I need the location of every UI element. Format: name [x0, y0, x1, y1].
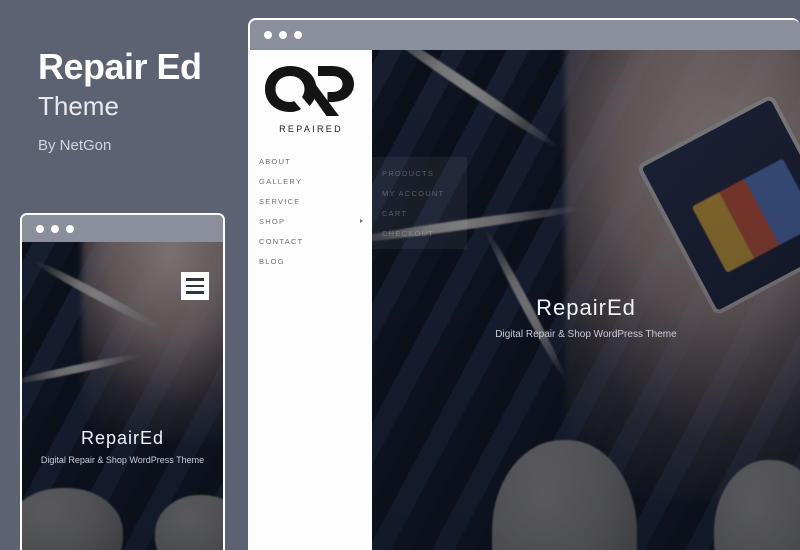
nav-item-label: ABOUT [259, 156, 292, 166]
nav-item-contact[interactable]: CONTACT [259, 231, 372, 251]
qr-monogram-logo-icon [265, 66, 354, 116]
nav-item-label: BLOG [259, 256, 285, 266]
window-dot-minimize-icon[interactable] [279, 31, 287, 39]
hamburger-bar [186, 278, 204, 281]
submenu-item-my-account[interactable]: MY ACCOUNT [382, 183, 467, 203]
logo-wordmark: REPAIRED [279, 124, 343, 134]
nav-item-blog[interactable]: BLOG [259, 251, 372, 271]
site-logo[interactable]: REPAIRED [250, 64, 372, 134]
submenu-item-checkout[interactable]: CHECKOUT [382, 223, 467, 243]
hero-title: RepairEd [80, 428, 165, 448]
promo-author: By NetGon [38, 136, 112, 154]
window-dot-maximize-icon[interactable] [294, 31, 302, 39]
submenu-item-cart[interactable]: CART [382, 203, 467, 223]
nav-item-shop[interactable]: SHOP [259, 211, 372, 231]
hero-title: RepairEd [536, 295, 636, 320]
promo-block: Repair Ed Theme By NetGon [38, 46, 248, 154]
mobile-window-body: RepairEd Digital Repair & Shop WordPress… [22, 242, 223, 550]
hamburger-bar [186, 291, 204, 294]
nav-item-label: GALLERY [259, 176, 303, 186]
hamburger-icon[interactable] [181, 272, 209, 300]
window-dot-close-icon[interactable] [264, 31, 272, 39]
chevron-right-icon [360, 219, 363, 223]
desktop-window-titlebar [250, 20, 800, 50]
nav-item-about[interactable]: ABOUT [259, 151, 372, 171]
mobile-hero-text: RepairEd Digital Repair & Shop WordPress… [22, 428, 223, 465]
submenu-item-label: CART [382, 208, 408, 218]
site-nav: ABOUT GALLERY SERVICE SHOP CONTACT BLOG [250, 151, 372, 271]
desktop-hero-text: RepairEd Digital Repair & Shop WordPress… [372, 295, 800, 340]
submenu-item-products[interactable]: PRODUCTS [382, 163, 467, 183]
page-title: Repair Ed [38, 46, 202, 87]
shop-submenu: PRODUCTS MY ACCOUNT CART CHECKOUT [372, 157, 467, 249]
submenu-item-label: PRODUCTS [382, 168, 435, 178]
desktop-browser-mockup: REPAIRED ABOUT GALLERY SERVICE SHOP CONT… [248, 18, 800, 550]
nav-item-gallery[interactable]: GALLERY [259, 171, 372, 191]
hamburger-bar [186, 284, 204, 288]
mobile-window-titlebar [22, 215, 223, 242]
submenu-item-label: MY ACCOUNT [382, 188, 445, 198]
hero-subtitle: Digital Repair & Shop WordPress Theme [40, 455, 205, 465]
desktop-window-body: REPAIRED ABOUT GALLERY SERVICE SHOP CONT… [250, 50, 800, 550]
nav-item-label: CONTACT [259, 236, 304, 246]
site-sidebar: REPAIRED ABOUT GALLERY SERVICE SHOP CONT… [250, 50, 372, 550]
nav-item-label: SERVICE [259, 196, 301, 206]
submenu-item-label: CHECKOUT [382, 228, 435, 238]
promo-subtitle: Theme [38, 91, 119, 122]
mobile-browser-mockup: RepairEd Digital Repair & Shop WordPress… [20, 213, 225, 550]
nav-item-service[interactable]: SERVICE [259, 191, 372, 211]
window-dot-minimize-icon[interactable] [51, 224, 59, 233]
window-dot-maximize-icon[interactable] [66, 224, 74, 233]
desktop-hero: PRODUCTS MY ACCOUNT CART CHECKOUT Repair… [372, 50, 800, 550]
nav-item-label: SHOP [259, 216, 286, 226]
hero-subtitle: Digital Repair & Shop WordPress Theme [495, 329, 677, 340]
window-dot-close-icon[interactable] [36, 224, 44, 233]
